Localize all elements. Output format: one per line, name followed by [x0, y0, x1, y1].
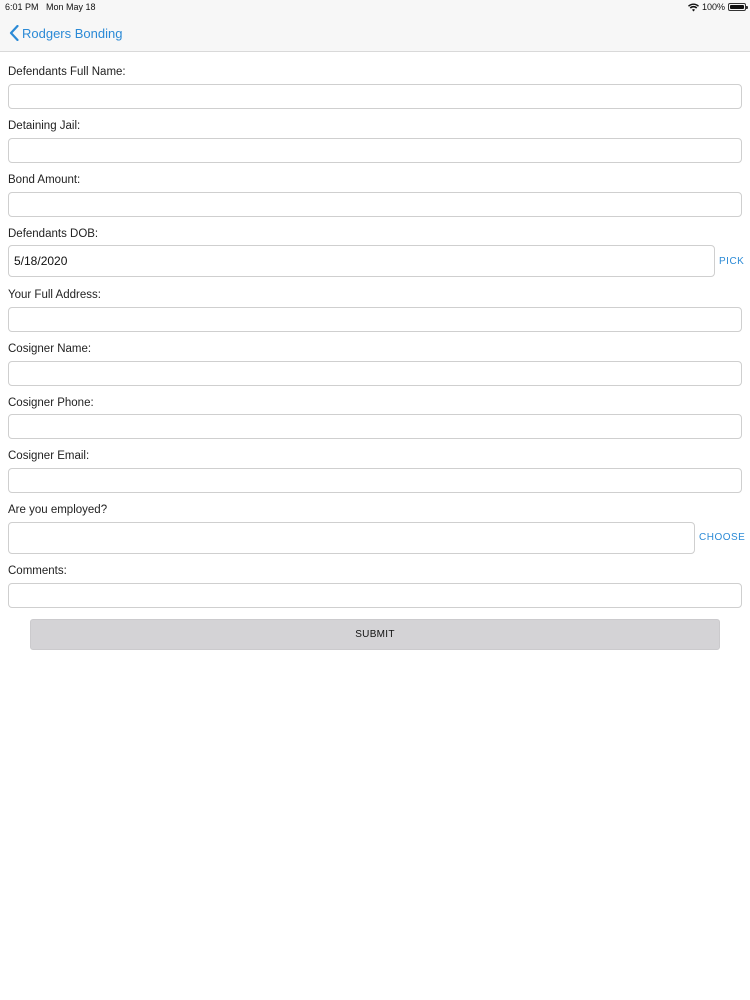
cosigner-name-input[interactable] — [8, 361, 742, 386]
battery-percent: 100% — [701, 2, 725, 12]
full-name-input[interactable] — [8, 84, 742, 109]
cosigner-phone-label: Cosigner Phone: — [8, 397, 94, 409]
employed-choose-button[interactable]: CHOOSE — [699, 532, 745, 543]
address-input[interactable] — [8, 307, 742, 332]
submit-button[interactable]: SUBMIT — [30, 619, 720, 650]
status-bar: 6:01 PM Mon May 18 100% — [0, 0, 750, 14]
battery-icon — [728, 3, 748, 11]
jail-input[interactable] — [8, 138, 742, 163]
dob-input[interactable]: 5/18/2020 — [8, 245, 715, 277]
jail-label: Detaining Jail: — [8, 120, 81, 132]
bond-amount-label: Bond Amount: — [8, 174, 81, 186]
comments-input[interactable] — [8, 583, 742, 608]
back-label: Rodgers Bonding — [22, 25, 123, 41]
dob-label: Defendants DOB: — [8, 228, 99, 240]
employed-input[interactable] — [8, 522, 695, 554]
status-date: Mon May 18 — [46, 2, 96, 12]
address-label: Your Full Address: — [8, 289, 101, 301]
employed-label: Are you employed? — [8, 504, 108, 516]
cosigner-email-input[interactable] — [8, 468, 742, 493]
cosigner-phone-input[interactable] — [8, 414, 742, 439]
full-name-label: Defendants Full Name: — [8, 66, 126, 78]
wifi-icon — [687, 2, 699, 11]
back-button[interactable]: Rodgers Bonding — [9, 25, 122, 41]
navigation-bar: Rodgers Bonding — [0, 14, 750, 52]
cosigner-name-label: Cosigner Name: — [8, 343, 92, 355]
comments-label: Comments: — [8, 565, 67, 577]
bond-amount-input[interactable] — [8, 192, 742, 217]
cosigner-email-label: Cosigner Email: — [8, 450, 90, 462]
dob-pick-button[interactable]: PICK — [719, 256, 744, 267]
chevron-left-icon — [9, 25, 19, 41]
status-time: 6:01 PM — [5, 2, 39, 12]
status-right: 100% — [687, 2, 748, 12]
